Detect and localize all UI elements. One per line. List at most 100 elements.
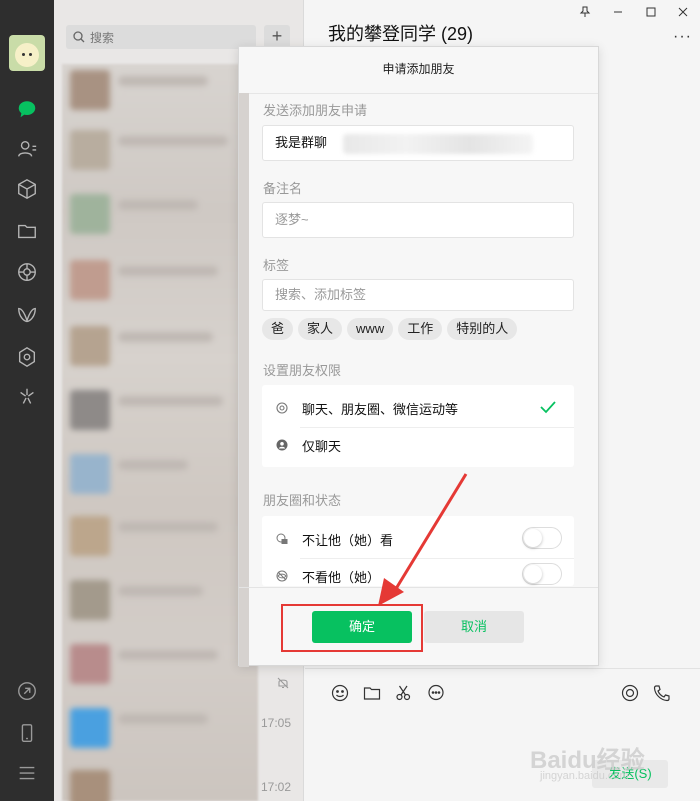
timestamp: 17:05 — [260, 716, 291, 730]
channels-icon[interactable] — [14, 302, 40, 328]
remark-input[interactable]: 逐梦~ — [262, 202, 574, 238]
phone-icon[interactable] — [14, 720, 40, 746]
live-icon[interactable] — [621, 684, 639, 702]
list-item[interactable] — [70, 580, 110, 620]
permission-option-chat-only[interactable]: 仅聊天 — [262, 424, 574, 464]
divider — [239, 93, 598, 94]
moments-icon[interactable] — [14, 259, 40, 285]
list-item-text — [118, 460, 188, 470]
search-placeholder: 搜索 — [90, 31, 115, 45]
list-item-text — [118, 136, 228, 146]
tag-chip[interactable]: 爸 — [262, 318, 294, 340]
cancel-button[interactable]: 取消 — [424, 611, 524, 643]
close-icon[interactable] — [675, 4, 691, 20]
search-icon — [72, 30, 86, 44]
list-item[interactable] — [70, 644, 110, 684]
tags-search-input[interactable]: 搜索、添加标签 — [262, 279, 574, 311]
toggle-switch[interactable] — [522, 527, 562, 549]
menu-icon[interactable] — [14, 760, 40, 786]
scissors-icon[interactable] — [395, 684, 413, 702]
lock-icon — [276, 532, 288, 544]
toggle-knob — [524, 565, 542, 583]
call-icon[interactable] — [653, 684, 671, 702]
link-icon[interactable] — [14, 678, 40, 704]
list-item[interactable] — [70, 194, 110, 234]
dialog-title: 申请添加朋友 — [382, 62, 455, 76]
list-item-text — [118, 522, 218, 532]
folder-icon[interactable] — [363, 684, 381, 702]
permission-option-label: 聊天、朋友圈、微信运动等 — [302, 402, 459, 417]
list-item-text — [118, 714, 208, 724]
list-item[interactable] — [70, 326, 110, 366]
list-item[interactable] — [70, 390, 110, 430]
minimize-icon[interactable] — [610, 4, 626, 20]
list-item[interactable] — [70, 770, 110, 801]
request-label: 发送添加朋友申请 — [263, 103, 368, 118]
contacts-icon[interactable] — [14, 136, 40, 162]
tag-chip[interactable]: 工作 — [398, 318, 443, 340]
avatar-eye — [22, 53, 25, 56]
divider — [239, 587, 598, 588]
permission-option-label: 仅聊天 — [302, 439, 342, 454]
list-item[interactable] — [70, 454, 110, 494]
list-item[interactable] — [70, 516, 110, 556]
emoji-icon[interactable] — [331, 684, 349, 702]
moments-options: 不让他（她）看 不看他（她） — [262, 516, 574, 586]
list-item[interactable] — [70, 70, 110, 110]
search-input[interactable]: 搜索 — [66, 25, 256, 49]
remark-label: 备注名 — [263, 181, 303, 196]
chat-bubble-icon[interactable] — [427, 684, 445, 702]
mini-program-icon[interactable] — [14, 344, 40, 370]
chat-title: 我的攀登同学 (29) — [328, 24, 474, 44]
watermark-url: jingyan.baidu.com — [540, 770, 629, 782]
aperture-icon — [276, 401, 288, 414]
avatar[interactable] — [9, 35, 45, 71]
blurred-conversations — [62, 64, 258, 801]
maximize-icon[interactable] — [643, 4, 659, 20]
background-edge — [239, 93, 249, 667]
tags-label: 标签 — [263, 258, 290, 273]
left-nav — [0, 0, 54, 801]
files-icon[interactable] — [14, 218, 40, 244]
tags-placeholder: 搜索、添加标签 — [275, 287, 367, 302]
request-message-value: 我是群聊 — [275, 135, 328, 150]
permission-options: 聊天、朋友圈、微信运动等 仅聊天 — [262, 385, 574, 467]
permission-option-all[interactable]: 聊天、朋友圈、微信运动等 — [262, 387, 574, 428]
highlight-box — [281, 604, 423, 652]
list-item[interactable] — [70, 130, 110, 170]
avatar-eye — [29, 53, 32, 56]
redacted-text — [343, 134, 533, 154]
toggle-switch[interactable] — [522, 563, 562, 585]
list-item[interactable] — [70, 260, 110, 300]
pin-icon[interactable] — [577, 4, 593, 20]
list-item-text — [118, 586, 203, 596]
list-item-text — [118, 266, 218, 276]
list-item-text — [118, 650, 218, 660]
divider — [305, 668, 700, 669]
favorites-icon[interactable] — [14, 176, 40, 202]
tag-chip[interactable]: 特别的人 — [447, 318, 518, 340]
chat-icon[interactable] — [14, 96, 40, 122]
tag-chip[interactable]: www — [347, 318, 394, 340]
moments-option-label: 不看他（她） — [302, 570, 381, 585]
more-icon[interactable]: ··· — [673, 28, 692, 46]
list-item[interactable] — [70, 708, 110, 748]
list-item-text — [118, 200, 198, 210]
permission-label: 设置朋友权限 — [263, 363, 342, 378]
avatar-face — [15, 43, 39, 67]
moments-label: 朋友圈和状态 — [263, 493, 342, 508]
mute-icon — [276, 676, 290, 690]
moments-option-hide-mine: 不让他（她）看 — [262, 518, 574, 559]
tag-list: 爸 家人 www 工作 特别的人 — [262, 318, 518, 340]
tag-chip[interactable]: 家人 — [298, 318, 343, 340]
remark-placeholder: 逐梦~ — [275, 212, 309, 227]
checkmark-icon — [538, 397, 558, 417]
toggle-knob — [524, 529, 542, 547]
list-item-text — [118, 332, 213, 342]
list-item-text — [118, 396, 223, 406]
search-icon[interactable] — [14, 384, 40, 410]
eye-off-icon — [276, 569, 288, 582]
request-message-input[interactable]: 我是群聊 — [262, 125, 574, 161]
moments-option-label: 不让他（她）看 — [302, 533, 394, 548]
person-icon — [276, 438, 288, 451]
